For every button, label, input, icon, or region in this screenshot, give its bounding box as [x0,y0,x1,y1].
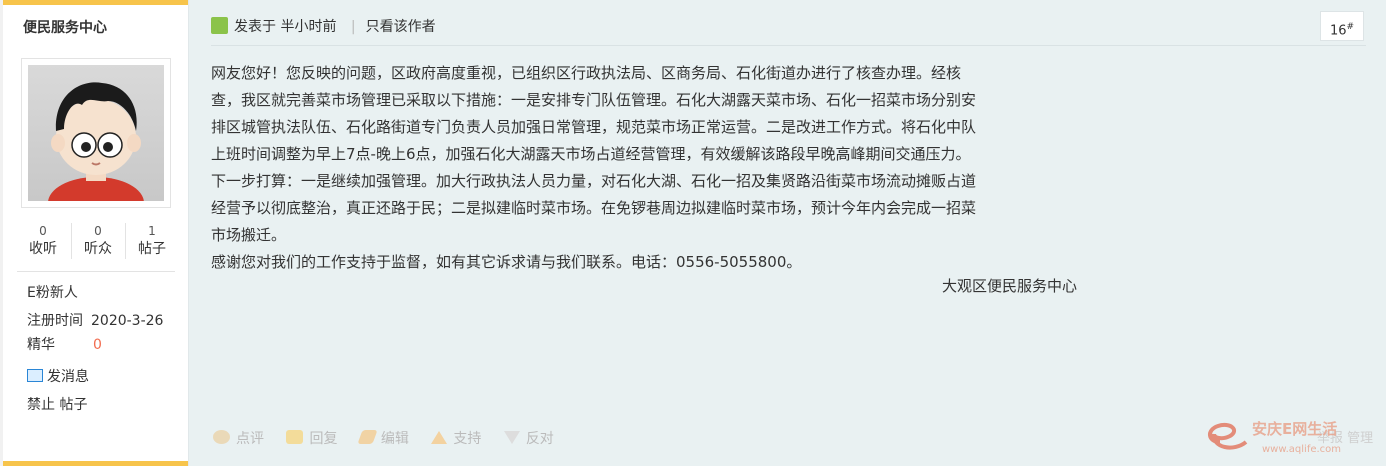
elite-row: 精华 0 [27,334,102,354]
stat-listening-label: 收听 [29,241,57,257]
post-content: 网友您好！您反映的问题，区政府高度重视，已组织区行政执法局、区商务局、石化街道办… [211,60,1141,276]
send-message-label: 发消息 [47,369,89,385]
register-time-label: 注册时间 [27,313,83,329]
content-line: 市场搬迁。 [211,226,287,244]
author-sidebar: 便民服务中心 0 收听 0 听众 1 帖子 E粉新人 注册时间 2020-3-2… [3,0,189,466]
pencil-icon [357,430,378,444]
elite-label: 精华 [27,337,55,353]
stat-posts-label: 帖子 [138,241,166,257]
reply-label: 回复 [309,431,338,447]
post-header: 发表于 半小时前 | 只看该作者 [211,16,436,38]
content-line: 排区城管执法队伍、石化路街道专门负责人员加强日常管理，规范菜市场正常运营。二是改… [211,118,977,136]
register-time-value: 2020-3-26 [91,313,164,329]
floor-number-value: 16 [1329,23,1347,39]
posted-time: 半小时前 [280,19,337,35]
comment-icon [213,430,230,444]
post-container: 便民服务中心 0 收听 0 听众 1 帖子 E粉新人 注册时间 2020-3-2… [3,0,1386,466]
post-main: 发表于 半小时前 | 只看该作者 16# 网友您好！您反映的问题，区政府高度重视，… [189,0,1386,466]
header-separator: | [350,19,356,35]
edit-button[interactable]: 编辑 [357,428,409,448]
thumbs-down-icon [503,430,520,444]
content-line: 网友您好！您反映的问题，区政府高度重视，已组织区行政执法局、区商务局、石化街道办… [211,64,962,82]
watermark-text: 安庆E网生活 [1252,420,1337,438]
watermark-url: www.aqlife.com [1262,444,1341,455]
user-stats: 0 收听 0 听众 1 帖子 [17,223,178,272]
content-line: 上班时间调整为早上7点-晚上6点，加强石化大湖露天市场占道经营管理，有效缓解该路… [211,145,971,163]
stat-followers-label: 听众 [84,241,112,257]
stat-posts-count: 1 [148,224,156,238]
send-message-link[interactable]: 发消息 [27,366,89,386]
posted-prefix: 发表于 [234,19,276,35]
mail-icon [27,368,43,382]
header-divider [211,45,1366,46]
only-author-link[interactable]: 只看该作者 [366,19,436,35]
avatar-background [28,65,164,229]
author-name[interactable]: 便民服务中心 [23,17,107,37]
register-time-row: 注册时间 2020-3-26 [27,310,163,330]
oppose-label: 反对 [525,431,554,447]
oppose-button[interactable]: 反对 [503,428,554,448]
online-status-icon [211,16,228,34]
stats-divider [17,271,175,272]
comment-label: 点评 [236,431,264,447]
content-line: 经营予以彻底整治，真正还路于民；二是拟建临时菜市场。在免锣巷周边拟建临时菜市场，… [211,199,977,217]
floor-mark: # [1346,22,1355,32]
support-button[interactable]: 支持 [431,428,481,448]
stat-listening-count: 0 [39,224,47,238]
stat-followers-count: 0 [94,224,102,238]
elite-value: 0 [93,337,102,353]
avatar[interactable] [21,58,171,229]
site-watermark-logo: 安庆E网生活 www.aqlife.com [1208,420,1341,455]
content-line: 下一步打算：一是继续加强管理。加大行政执法人员力量，对石化大湖、石化一招及集贤路… [211,172,977,190]
ban-posts-link[interactable]: 禁止 帖子 [27,394,87,414]
thumbs-up-icon [431,430,448,444]
post-signature: 大观区便民服务中心 [942,277,1078,295]
sidebar-top-accent [3,0,188,5]
user-rank[interactable]: E粉新人 [27,282,78,302]
floor-number[interactable]: 16# [1320,11,1364,41]
stat-followers[interactable]: 0 听众 [71,223,124,259]
content-line: 感谢您对我们的工作支持于监督，如有其它诉求请与我们联系。电话：0556-5055… [211,253,802,271]
main-top-strip [189,0,1386,5]
avatar-cartoon-icon [48,82,144,229]
edit-label: 编辑 [380,431,409,447]
stat-posts[interactable]: 1 帖子 [125,223,178,259]
reply-button[interactable]: 回复 [286,428,337,448]
stat-listening[interactable]: 0 收听 [17,223,69,259]
comment-button[interactable]: 点评 [213,428,264,448]
post-actions: 点评 回复 编辑 支持 反对 [213,428,572,448]
sidebar-bottom-accent [3,461,188,466]
reply-icon [286,430,304,444]
content-line: 查，我区就完善菜市场管理已采取以下措施：一是安排专门队伍管理。石化大湖露天菜市场… [211,91,977,109]
support-label: 支持 [453,431,482,447]
